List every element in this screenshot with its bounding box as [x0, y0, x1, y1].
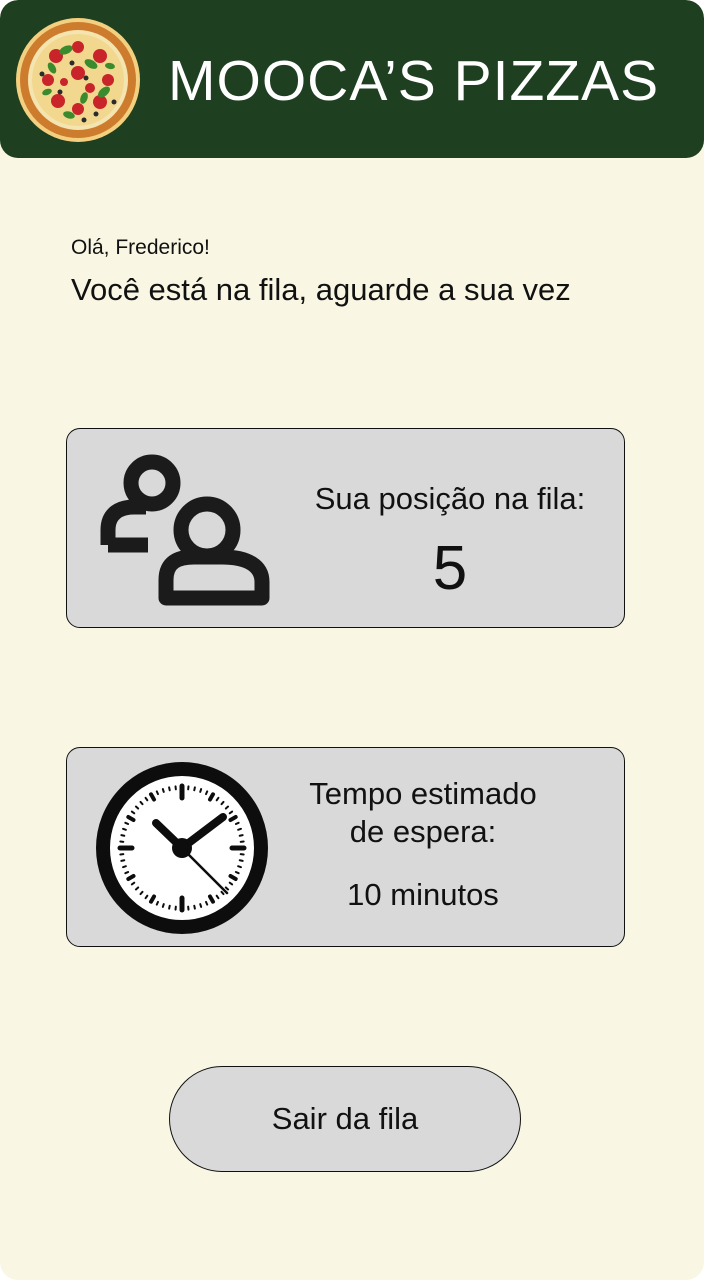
- clock-icon: [96, 762, 268, 934]
- leave-queue-button[interactable]: Sair da fila: [169, 1066, 521, 1172]
- app-header: MOOCA’S PIZZAS: [0, 0, 704, 158]
- clock-tick: [234, 870, 240, 875]
- clock-tick: [228, 815, 238, 822]
- clock-tick: [228, 881, 234, 886]
- clock-tick: [149, 894, 156, 904]
- clock-tick: [161, 903, 165, 908]
- queue-status-message: Você está na fila, aguarde a sua vez: [71, 272, 571, 307]
- clock-tick: [120, 859, 126, 862]
- clock-tick: [234, 821, 240, 826]
- clock-tick: [208, 792, 215, 802]
- clock-tick: [204, 790, 209, 796]
- clock-tick: [124, 870, 130, 875]
- clock-tick: [228, 874, 238, 881]
- queue-position-value: 5: [432, 534, 468, 603]
- clock-tick: [122, 865, 127, 869]
- pizza-icon: [16, 18, 140, 142]
- clock-tick: [199, 903, 203, 908]
- clock-tick: [122, 827, 127, 831]
- queue-position-label: Sua posição na fila:: [314, 481, 586, 516]
- clock-tick: [199, 788, 203, 793]
- clock-tick: [238, 859, 244, 862]
- clock-tick: [193, 786, 196, 792]
- clock-tick: [126, 815, 136, 822]
- clock-tick: [193, 904, 196, 910]
- app-title: MOOCA’S PIZZAS: [168, 49, 660, 113]
- clock-tick: [215, 894, 220, 900]
- clock-tick: [208, 894, 215, 904]
- clock-tick: [130, 810, 136, 815]
- users-icon: [100, 454, 270, 606]
- clock-tick: [149, 792, 156, 802]
- clock-tick: [168, 904, 171, 910]
- clock-tick: [161, 788, 165, 793]
- clock-tick: [124, 821, 130, 826]
- app-screen: MOOCA’S PIZZAS Olá, Frederico! Você está…: [0, 0, 704, 1280]
- clock-tick: [215, 796, 220, 802]
- wait-time-label: Tempo estimado de espera:: [309, 776, 537, 849]
- clock-tick: [237, 865, 242, 869]
- clock-tick: [126, 874, 136, 881]
- clock-tick: [238, 834, 244, 837]
- clock-tick: [204, 900, 209, 906]
- clock-tick: [120, 834, 126, 837]
- clock-tick: [155, 900, 160, 906]
- clock-tick: [155, 790, 160, 796]
- greeting-text: Olá, Frederico!: [71, 236, 210, 259]
- clock-tick: [168, 786, 171, 792]
- clock-tick: [130, 881, 136, 886]
- clock-tick: [144, 796, 149, 802]
- clock-tick: [144, 894, 149, 900]
- clock-tick: [237, 827, 242, 831]
- wait-time-value: 10 minutos: [347, 877, 499, 912]
- clock-tick: [228, 810, 234, 815]
